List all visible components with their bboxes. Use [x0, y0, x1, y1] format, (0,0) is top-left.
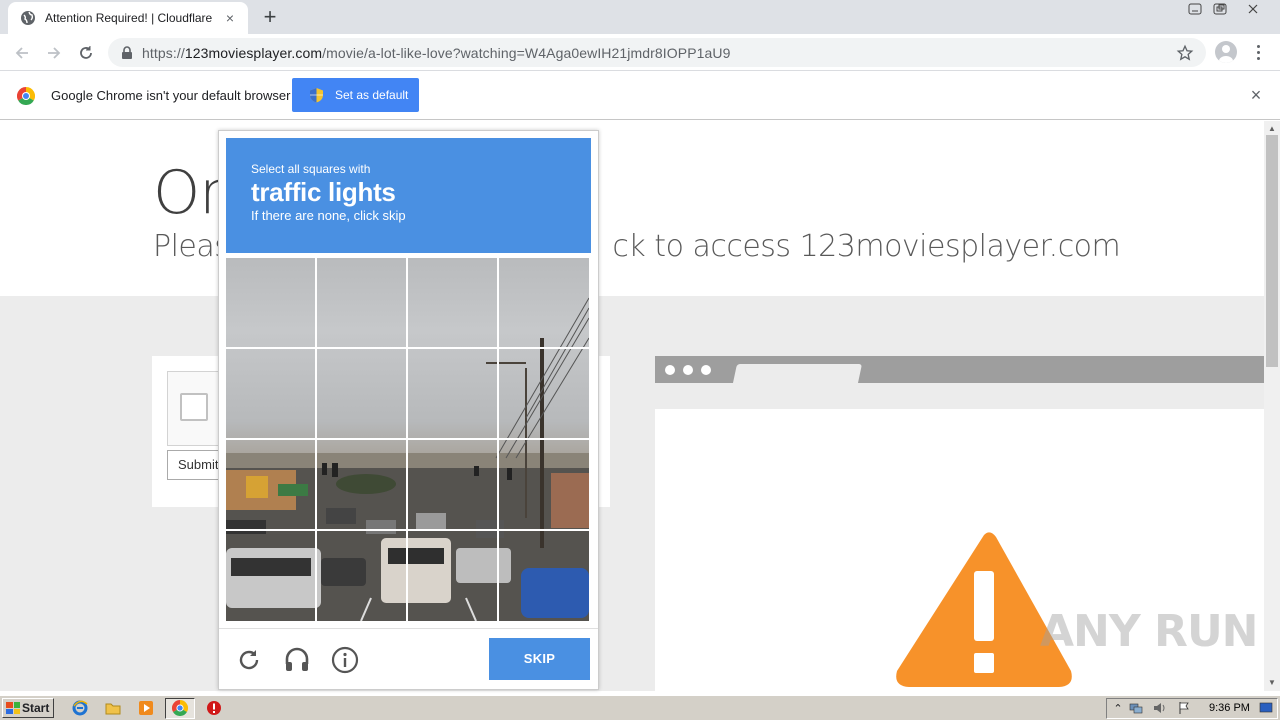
info-icon[interactable]	[331, 646, 359, 674]
ie-icon[interactable]	[71, 699, 89, 717]
challenge-image-grid	[226, 258, 589, 621]
folder-icon[interactable]	[104, 699, 122, 717]
scroll-down-icon[interactable]: ▼	[1268, 679, 1276, 687]
infobar-message: Google Chrome isn't your default browser	[51, 88, 291, 103]
scroll-thumb[interactable]	[1266, 135, 1278, 367]
grid-tile[interactable]	[499, 258, 588, 347]
challenge-hint: If there are none, click skip	[251, 208, 406, 223]
scroll-up-icon[interactable]: ▲	[1268, 125, 1276, 133]
grid-tile[interactable]	[226, 258, 315, 347]
skip-button[interactable]: SKIP	[489, 638, 590, 680]
bookmark-star-icon[interactable]	[1176, 44, 1194, 62]
browser-toolbar: https://123moviesplayer.com/movie/a-lot-…	[0, 34, 1280, 71]
restore-icon[interactable]	[1209, 0, 1231, 18]
illustration-dot	[701, 365, 711, 375]
url-text: https://123moviesplayer.com/movie/a-lot-…	[142, 44, 731, 61]
illustration-band	[655, 383, 1264, 409]
media-player-icon[interactable]	[137, 699, 155, 717]
vertical-scrollbar[interactable]: ▲ ▼	[1264, 121, 1280, 691]
reload-challenge-icon[interactable]	[235, 646, 263, 674]
tab-strip: Attention Required! | Cloudflare × +	[0, 0, 1280, 34]
browser-tab[interactable]: Attention Required! | Cloudflare ×	[8, 2, 248, 34]
grid-tile[interactable]	[408, 531, 497, 620]
challenge-target: traffic lights	[251, 177, 396, 207]
volume-icon[interactable]	[1153, 701, 1167, 715]
show-desktop-icon[interactable]	[1259, 701, 1273, 715]
lock-icon[interactable]	[120, 45, 134, 60]
grid-tile[interactable]	[317, 531, 406, 620]
chrome-logo-icon	[16, 87, 36, 106]
recaptcha-checkbox[interactable]	[180, 393, 208, 421]
network-icon[interactable]	[1129, 701, 1143, 715]
illustration-tab	[732, 364, 863, 383]
taskbar: Start ⌃ 9:36 PM	[0, 695, 1280, 720]
minimize-icon[interactable]	[1184, 0, 1206, 18]
grid-tile[interactable]	[499, 349, 588, 438]
globe-icon	[20, 10, 36, 26]
back-icon[interactable]	[10, 41, 34, 65]
illustration-dot	[665, 365, 675, 375]
grid-tile[interactable]	[226, 531, 315, 620]
stop-icon[interactable]	[205, 699, 223, 717]
grid-tile[interactable]	[499, 440, 588, 529]
illustration-dot	[683, 365, 693, 375]
start-label: Start	[22, 701, 50, 715]
grid-tile[interactable]	[317, 440, 406, 529]
grid-tile[interactable]	[499, 531, 588, 620]
taskbar-clock: 9:36 PM	[1209, 702, 1250, 714]
set-as-default-label: Set as default	[335, 88, 409, 102]
grid-tile[interactable]	[317, 258, 406, 347]
grid-tile[interactable]	[408, 440, 497, 529]
address-bar[interactable]: https://123moviesplayer.com/movie/a-lot-…	[108, 38, 1206, 67]
infobar-close-icon[interactable]: ×	[1247, 86, 1265, 104]
grid-tile[interactable]	[226, 349, 315, 438]
default-browser-infobar: Google Chrome isn't your default browser…	[0, 71, 1280, 120]
watermark: ANY RUN	[1040, 606, 1258, 657]
challenge-instruction: Select all squares with	[251, 162, 371, 176]
grid-tile[interactable]	[317, 349, 406, 438]
menu-kebab-icon[interactable]	[1250, 42, 1266, 62]
windows-logo-icon	[6, 702, 20, 714]
grid-tile[interactable]	[408, 258, 497, 347]
reload-icon[interactable]	[74, 41, 98, 65]
close-window-icon[interactable]	[1238, 0, 1268, 18]
system-tray: ⌃ 9:36 PM	[1106, 698, 1278, 719]
profile-avatar-icon[interactable]	[1215, 41, 1237, 63]
challenge-footer: SKIP	[219, 628, 598, 690]
action-center-flag-icon[interactable]	[1177, 701, 1191, 715]
challenge-header: Select all squares with traffic lights I…	[226, 138, 591, 253]
tab-close-icon[interactable]: ×	[222, 10, 238, 26]
grid-tile[interactable]	[226, 440, 315, 529]
start-button[interactable]: Start	[2, 698, 54, 718]
forward-icon[interactable]	[42, 41, 66, 65]
set-as-default-button[interactable]: Set as default	[292, 78, 419, 112]
recaptcha-challenge: Select all squares with traffic lights I…	[218, 130, 599, 690]
uac-shield-icon	[309, 87, 324, 103]
chrome-icon	[171, 699, 189, 717]
tray-expand-icon[interactable]: ⌃	[1111, 701, 1125, 715]
new-tab-button[interactable]: +	[258, 6, 282, 30]
grid-tile[interactable]	[408, 349, 497, 438]
tab-title: Attention Required! | Cloudflare	[45, 11, 213, 25]
audio-challenge-icon[interactable]	[283, 646, 311, 674]
